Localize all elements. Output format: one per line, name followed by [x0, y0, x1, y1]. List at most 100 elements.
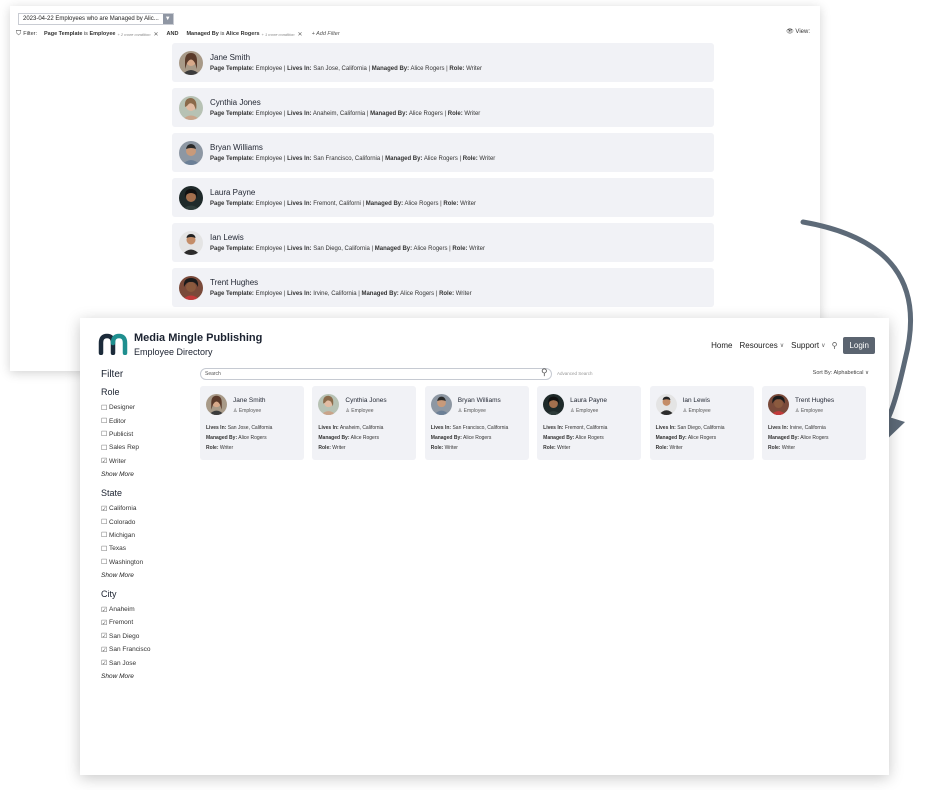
brand-name[interactable]: Media Mingle Publishing [134, 332, 262, 344]
employee-card[interactable]: Jane Smith ♙ Employee Lives In: San Jose… [200, 386, 304, 460]
filter-option[interactable]: ☑ California [101, 502, 171, 515]
filter-option[interactable]: ☐ Editor [101, 414, 171, 427]
filter-option[interactable]: ☑ San Diego [101, 630, 171, 643]
filter-option[interactable]: ☐ Sales Rep [101, 441, 171, 454]
advanced-search-link[interactable]: Advanced Search [557, 371, 593, 376]
add-filter-button[interactable]: + Add Filter [312, 31, 340, 37]
info-label: Role: [206, 445, 219, 451]
checkbox-icon[interactable]: ☐ [101, 404, 109, 412]
employee-card[interactable]: Trent Hughes ♙ Employee Lives In: Irvine… [761, 386, 866, 460]
saved-view-select[interactable]: 2023-04-22 Employees who are Managed by … [18, 13, 174, 25]
show-more-link[interactable]: Show More [101, 468, 171, 481]
list-item[interactable]: Laura Payne Page Template: Employee | Li… [172, 178, 714, 217]
employee-card[interactable]: Laura Payne ♙ Employee Lives In: Fremont… [537, 386, 642, 460]
meta-label: Lives In: [287, 201, 312, 207]
meta-label: Role: [452, 246, 468, 252]
checked-checkbox-icon[interactable]: ☑ [101, 606, 109, 614]
checkbox-icon[interactable]: ☐ [101, 558, 109, 566]
saved-view-label: 2023-04-22 Employees who are Managed by … [23, 16, 159, 22]
checked-checkbox-icon[interactable]: ☑ [101, 659, 109, 667]
checked-checkbox-icon[interactable]: ☑ [101, 619, 109, 627]
info-value: Irvine, California [789, 425, 826, 431]
filter-option[interactable]: ☐ Designer [101, 401, 171, 414]
checkbox-icon[interactable]: ☐ [101, 531, 109, 539]
checked-checkbox-icon[interactable]: ☑ [101, 646, 109, 654]
filter-option[interactable]: ☐ Texas [101, 542, 171, 555]
row-name: Ian Lewis [210, 233, 244, 242]
user-icon: ♙ [570, 408, 575, 414]
info-label: Role: [318, 445, 331, 451]
brand-logo-icon[interactable] [98, 333, 128, 355]
filter-icon[interactable]: ⛉ [16, 30, 21, 38]
checkbox-icon[interactable]: ☐ [101, 545, 109, 553]
meta-label: Role: [447, 111, 463, 117]
filter-option[interactable]: ☑ Anaheim [101, 603, 171, 616]
meta-value: Anaheim, California [312, 111, 366, 117]
meta-label: Page Template: [210, 156, 254, 162]
filter-chip-page-template[interactable]: Page Template is Employee + 2 more condi… [41, 30, 162, 39]
close-icon[interactable]: ✕ [298, 31, 303, 38]
info-label: Lives In: [655, 425, 676, 431]
meta-value: Irvine, California [313, 291, 357, 297]
checkbox-icon[interactable]: ☐ [101, 430, 109, 438]
checked-checkbox-icon[interactable]: ☑ [101, 457, 109, 465]
checkbox-icon[interactable]: ☐ [101, 518, 109, 526]
filter-option[interactable]: ☐ Colorado [101, 515, 171, 528]
employee-card[interactable]: Ian Lewis ♙ Employee Lives In: San Diego… [649, 386, 754, 460]
eye-icon: 👁 [786, 29, 794, 35]
chip-op: is [83, 31, 88, 37]
filter-option[interactable]: ☐ Publicist [101, 428, 171, 441]
show-more-link[interactable]: Show More [101, 569, 171, 582]
filter-option[interactable]: ☑ Writer [101, 455, 171, 468]
meta-label: Managed By: [371, 66, 410, 72]
search-input[interactable]: Search [200, 368, 552, 380]
chevron-down-icon[interactable]: ▼ [162, 14, 173, 24]
info-label: Role: [430, 445, 444, 451]
meta-label: Managed By: [365, 201, 404, 207]
meta-label: Page Template: [210, 291, 254, 297]
checkbox-icon[interactable]: ☐ [101, 444, 109, 452]
filter-option[interactable]: ☑ Fremont [101, 616, 171, 629]
checked-checkbox-icon[interactable]: ☑ [101, 505, 109, 513]
nav-support[interactable]: Support ∨ [791, 341, 825, 350]
kind-label: Employee [238, 408, 262, 414]
filter-option[interactable]: ☐ Michigan [101, 529, 171, 542]
sort-dropdown[interactable]: Sort By: Alphabetical ∨ [813, 370, 869, 376]
view-label: View: [795, 29, 810, 35]
info-value: Anaheim, California [339, 425, 384, 431]
checkbox-icon[interactable]: ☐ [101, 417, 109, 425]
info-value: San Jose, California [227, 425, 273, 431]
employee-card[interactable]: Bryan Williams ♙ Employee Lives In: San … [424, 386, 529, 460]
close-icon[interactable]: ✕ [153, 31, 158, 38]
nav-resources[interactable]: Resources ∨ [739, 341, 784, 350]
view-button[interactable]: 👁 View: [786, 28, 810, 35]
search-icon[interactable]: ⚲ [541, 367, 548, 378]
filter-label: Filter: [23, 31, 37, 37]
nav-home[interactable]: Home [711, 341, 732, 350]
option-label: San Francisco [109, 646, 151, 654]
filter-option[interactable]: ☑ San Francisco [101, 643, 171, 656]
list-item[interactable]: Jane Smith Page Template: Employee | Liv… [172, 43, 714, 82]
kind-label: Employee [463, 408, 486, 414]
meta-value: Alice Rogers [408, 111, 443, 117]
info-value: Alice Rogers [800, 435, 829, 441]
row-name: Bryan Williams [210, 143, 263, 152]
option-label: Sales Rep [109, 444, 139, 452]
list-item[interactable]: Trent Hughes Page Template: Employee | L… [172, 268, 714, 307]
list-item[interactable]: Ian Lewis Page Template: Employee | Live… [172, 223, 714, 262]
list-item[interactable]: Cynthia Jones Page Template: Employee | … [172, 88, 714, 127]
checked-checkbox-icon[interactable]: ☑ [101, 632, 109, 640]
chip-field: Page Template [44, 31, 83, 37]
list-item[interactable]: Bryan Williams Page Template: Employee |… [172, 133, 714, 172]
search-icon[interactable]: ⚲ [832, 341, 838, 350]
avatar [179, 51, 203, 75]
filter-bar: ⛉ Filter: Page Template is Employee + 2 … [16, 28, 814, 40]
filter-option[interactable]: ☐ Washington [101, 556, 171, 569]
login-button[interactable]: Login [843, 337, 875, 354]
kind-label: Employee [688, 408, 711, 414]
show-more-link[interactable]: Show More [101, 670, 171, 683]
filter-chip-managed-by[interactable]: Managed By is Alice Rogers + 1 more cond… [183, 30, 305, 39]
filter-option[interactable]: ☑ San Jose [101, 656, 171, 669]
meta-label: Managed By: [374, 246, 413, 252]
employee-card[interactable]: Cynthia Jones ♙ Employee Lives In: Anahe… [312, 386, 417, 460]
